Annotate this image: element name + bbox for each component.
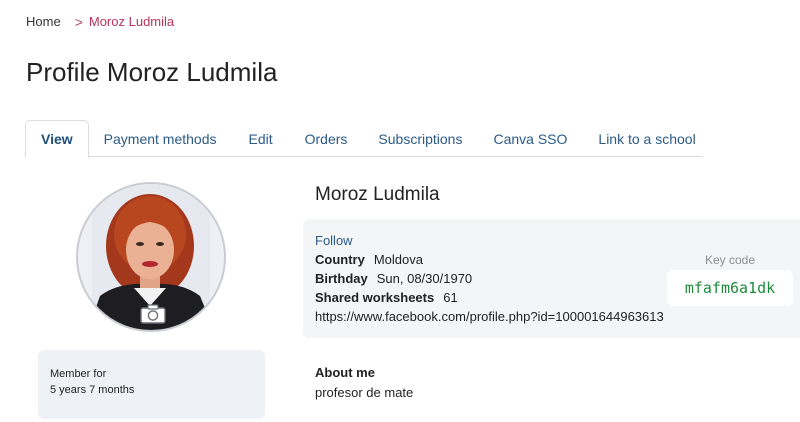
camera-icon[interactable] (140, 304, 166, 324)
chevron-right-icon: > (74, 13, 83, 30)
tab-orders[interactable]: Orders (305, 120, 348, 157)
about-me-text: profesor de mate (315, 385, 414, 400)
birthday-label: Birthday (315, 271, 368, 286)
about-me-heading: About me (315, 365, 375, 380)
shared-worksheets-count: 61 (443, 290, 458, 305)
tab-link-to-school[interactable]: Link to a school (598, 120, 695, 157)
tab-canva-sso[interactable]: Canva SSO (493, 120, 567, 157)
user-name: Moroz Ludmila (315, 184, 440, 205)
country-row: Country Moldova (315, 252, 423, 267)
country-value: Moldova (373, 252, 423, 267)
birthday-value: Sun, 08/30/1970 (376, 271, 473, 286)
country-label: Country (315, 252, 365, 267)
tab-edit[interactable]: Edit (249, 120, 273, 157)
birthday-row: Birthday Sun, 08/30/1970 (315, 271, 472, 286)
tab-subscriptions[interactable]: Subscriptions (378, 120, 462, 157)
breadcrumb-current: Moroz Ludmila (88, 14, 175, 29)
facebook-row: https://www.facebook.com/profile.php?id=… (315, 309, 664, 324)
key-code-label: Key code (705, 253, 756, 267)
breadcrumb-home-link[interactable]: Home (26, 14, 61, 29)
tab-view[interactable]: View (25, 120, 89, 158)
shared-worksheets-label: Shared worksheets (315, 290, 435, 305)
member-duration: 5 years 7 months (50, 384, 135, 396)
tab-payment-methods[interactable]: Payment methods (104, 120, 217, 157)
profile-info-panel: Follow Country Moldova Birthday Sun, 08/30… (303, 219, 800, 338)
member-for-label: Member for (50, 368, 107, 380)
profile-tabs: View Payment methods Edit Orders Subscri… (25, 120, 703, 158)
breadcrumb: Home > Moroz Ludmila (26, 14, 174, 29)
page-title: Profile Moroz Ludmila (26, 57, 278, 87)
facebook-link[interactable]: https://www.facebook.com/profile.php?id=… (315, 309, 664, 324)
follow-link[interactable]: Follow (315, 233, 353, 248)
key-code-value[interactable]: mfafm6a1dk (667, 270, 793, 306)
member-info-card: Member for 5 years 7 months (38, 350, 265, 419)
shared-worksheets-row: Shared worksheets 61 (315, 290, 458, 305)
